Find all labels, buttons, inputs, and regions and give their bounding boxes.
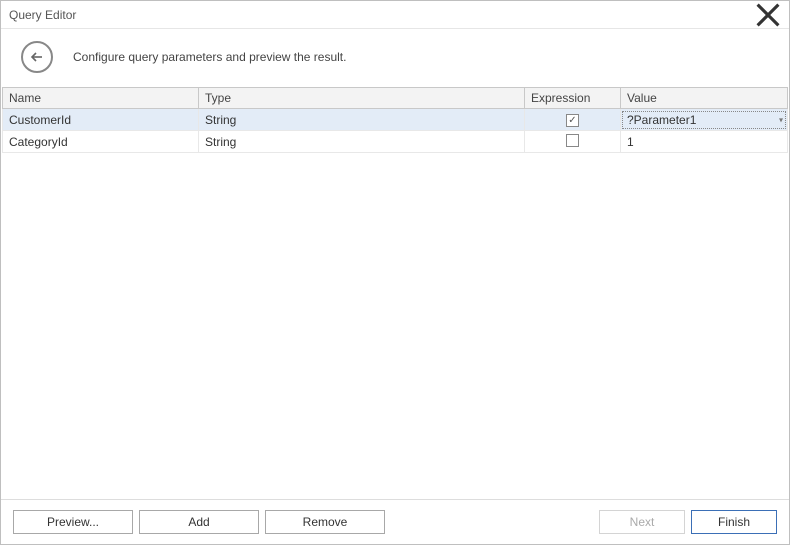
back-button[interactable] bbox=[21, 41, 53, 73]
expression-checkbox[interactable] bbox=[566, 114, 579, 127]
value-text: ?Parameter1 bbox=[627, 113, 696, 127]
table-row[interactable]: CustomerIdString ?Parameter1 ▾ bbox=[3, 109, 788, 131]
grid-header-row: Name Type Expression Value bbox=[3, 88, 788, 109]
finish-button[interactable]: Finish bbox=[691, 510, 777, 534]
preview-button[interactable]: Preview... bbox=[13, 510, 133, 534]
cell-type[interactable]: String bbox=[199, 109, 525, 131]
window-title: Query Editor bbox=[9, 8, 755, 22]
cell-value[interactable]: 1 bbox=[621, 131, 788, 153]
arrow-left-icon bbox=[29, 49, 45, 65]
dialog-footer: Preview... Add Remove Next Finish bbox=[1, 499, 789, 544]
cell-value[interactable]: ?Parameter1 ▾ bbox=[621, 109, 788, 131]
cell-type[interactable]: String bbox=[199, 131, 525, 153]
cell-expression[interactable] bbox=[525, 109, 621, 131]
column-header-value[interactable]: Value bbox=[621, 88, 788, 109]
parameters-grid: Name Type Expression Value CustomerIdStr… bbox=[2, 87, 788, 499]
cell-name[interactable]: CategoryId bbox=[3, 131, 199, 153]
close-button[interactable] bbox=[755, 4, 781, 26]
close-icon bbox=[755, 2, 781, 28]
column-header-type[interactable]: Type bbox=[199, 88, 525, 109]
cell-name[interactable]: CustomerId bbox=[3, 109, 199, 131]
value-editor[interactable]: ?Parameter1 ▾ bbox=[622, 111, 786, 129]
query-editor-dialog: Query Editor Configure query parameters … bbox=[0, 0, 790, 545]
title-bar: Query Editor bbox=[1, 1, 789, 29]
table-row[interactable]: CategoryIdString 1 bbox=[3, 131, 788, 153]
chevron-down-icon[interactable]: ▾ bbox=[779, 115, 783, 124]
instruction-text: Configure query parameters and preview t… bbox=[73, 50, 346, 64]
next-button: Next bbox=[599, 510, 685, 534]
remove-button[interactable]: Remove bbox=[265, 510, 385, 534]
wizard-header: Configure query parameters and preview t… bbox=[1, 29, 789, 87]
add-button[interactable]: Add bbox=[139, 510, 259, 534]
column-header-name[interactable]: Name bbox=[3, 88, 199, 109]
column-header-expression[interactable]: Expression bbox=[525, 88, 621, 109]
cell-expression[interactable] bbox=[525, 131, 621, 153]
grid-empty-area bbox=[2, 153, 788, 499]
expression-checkbox[interactable] bbox=[566, 134, 579, 147]
